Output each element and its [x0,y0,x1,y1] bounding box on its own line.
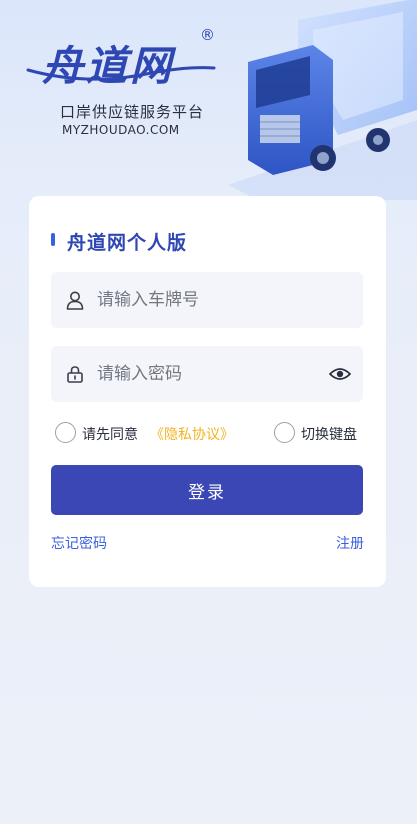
options-row: 请先同意 《隐私协议》 切换键盘 [55,422,365,444]
registered-mark: ® [200,26,215,44]
password-field[interactable] [51,346,363,402]
login-button[interactable]: 登录 [51,465,363,515]
tagline: 口岸供应链服务平台 [60,103,205,121]
header: 舟道网 ® 口岸供应链服务平台 MYZHOUDAO.COM [0,0,417,200]
logo-swoosh-icon [26,66,216,81]
brand-logo: 舟道网 ® [26,24,218,90]
forgot-password-link[interactable]: 忘记密码 [51,533,107,553]
truck-illustration [228,0,417,200]
plate-field[interactable] [51,272,363,328]
keyboard-radio[interactable] [274,422,295,443]
login-card: 舟道网个人版 请先同意 《隐私协议》 切换键盘 登录 忘记密码 [29,196,386,587]
password-input[interactable] [97,346,317,402]
eye-icon[interactable] [329,365,351,383]
title-accent-bar [51,233,55,246]
keyboard-label: 切换键盘 [301,427,357,443]
register-link[interactable]: 注册 [336,533,364,553]
lock-icon [67,366,83,383]
agree-radio[interactable] [55,422,76,443]
user-icon [66,291,84,310]
plate-input[interactable] [97,272,317,328]
privacy-policy-link[interactable]: 《隐私协议》 [150,424,234,444]
site-url: MYZHOUDAO.COM [62,123,180,137]
agree-label: 请先同意 [82,427,138,443]
card-title: 舟道网个人版 [67,232,188,254]
